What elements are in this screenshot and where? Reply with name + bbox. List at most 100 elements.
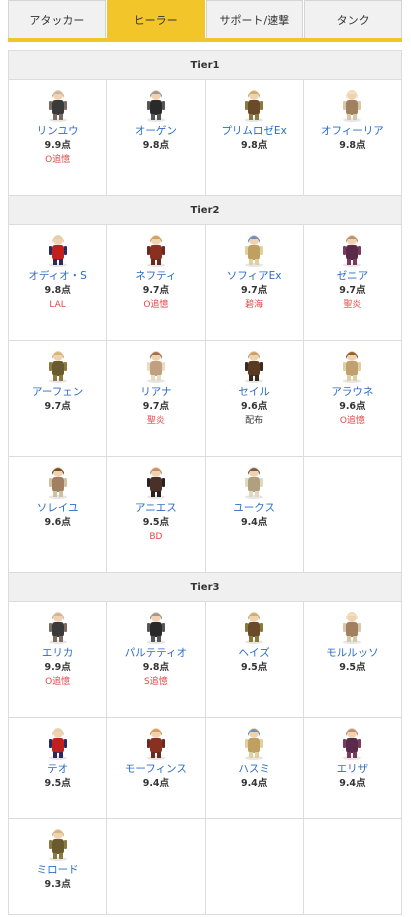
- character-cell[interactable]: ソレイユ 9.6点: [7, 456, 108, 573]
- character-cell[interactable]: モルルッソ 9.5点: [302, 601, 403, 718]
- character-name-link[interactable]: ゼニア: [337, 269, 369, 283]
- character-sprite-icon: [245, 351, 264, 383]
- character-name-link[interactable]: オーゲン: [135, 124, 177, 138]
- character-sprite-icon: [48, 467, 67, 499]
- character-sprite-icon: [146, 235, 165, 267]
- character-score: 9.6点: [240, 401, 268, 412]
- character-name-link[interactable]: オフィーリア: [321, 124, 384, 138]
- character-cell[interactable]: アーフェン 9.7点: [7, 340, 108, 457]
- character-cell[interactable]: ハスミ 9.4点: [204, 717, 304, 819]
- character-name-link[interactable]: プリムロゼEx: [221, 124, 286, 138]
- character-sprite-icon: [146, 728, 165, 760]
- character-cell[interactable]: ネフティ 9.7点 O追憶: [106, 224, 206, 341]
- character-score: 9.8点: [142, 662, 170, 673]
- character-sprite-icon: [343, 612, 362, 644]
- character-score: 9.7点: [142, 285, 170, 296]
- character-name-link[interactable]: オディオ・S: [28, 269, 86, 283]
- character-cell[interactable]: パルテティオ 9.8点 S追憶: [106, 601, 206, 718]
- character-source-tag: 碧海: [245, 300, 264, 310]
- tier-row: ミロード 9.3点: [7, 818, 403, 915]
- character-cell[interactable]: エリカ 9.9点 O追憶: [7, 601, 108, 718]
- character-cell[interactable]: オフィーリア 9.8点: [302, 79, 403, 196]
- character-cell[interactable]: ヘイズ 9.5点: [204, 601, 304, 718]
- character-cell[interactable]: リンユウ 9.9点 O追憶: [7, 79, 108, 196]
- character-name-link[interactable]: エリカ: [42, 646, 74, 660]
- character-sprite-icon: [343, 351, 362, 383]
- character-cell[interactable]: ユークス 9.4点: [204, 456, 304, 573]
- character-source-tag: 聖炎: [146, 416, 165, 426]
- empty-cell: [302, 818, 403, 915]
- character-sprite-icon: [245, 467, 264, 499]
- character-source-tag: O追憶: [339, 416, 365, 426]
- tab-tank[interactable]: タンク: [304, 0, 402, 38]
- character-cell[interactable]: オーゲン 9.8点: [106, 79, 206, 196]
- character-score: 9.5点: [240, 662, 268, 673]
- character-score: 9.7点: [142, 401, 170, 412]
- tier-row: アーフェン 9.7点 リアナ 9.7点 聖炎 セイル 9.6点 配布 アラウネ 9.6点 O追憶: [7, 340, 403, 457]
- character-name-link[interactable]: ハスミ: [238, 762, 270, 776]
- character-name-link[interactable]: パルテティオ: [125, 646, 187, 660]
- character-name-link[interactable]: リアナ: [140, 385, 171, 399]
- character-cell[interactable]: エリザ 9.4点: [302, 717, 403, 819]
- tier-heading: Tier2: [8, 195, 402, 225]
- character-source-tag: BD: [149, 532, 163, 542]
- character-name-link[interactable]: モーフィンス: [125, 762, 187, 776]
- character-source-tag: O追憶: [143, 300, 169, 310]
- character-name-link[interactable]: エリザ: [337, 762, 369, 776]
- character-score: 9.8点: [44, 285, 71, 296]
- character-cell[interactable]: アニエス 9.5点 BD: [106, 456, 206, 573]
- character-sprite-icon: [245, 235, 264, 267]
- character-sprite-icon: [48, 90, 67, 122]
- character-sprite-icon: [146, 612, 165, 644]
- tab-support[interactable]: サポート/速撃: [205, 0, 304, 38]
- character-cell[interactable]: リアナ 9.7点聖炎: [106, 340, 206, 457]
- character-name-link[interactable]: ヘイズ: [239, 646, 270, 660]
- character-cell[interactable]: テオ 9.5点: [7, 717, 108, 819]
- character-cell[interactable]: ソフィアEx 9.7点碧海: [204, 224, 304, 341]
- character-name-link[interactable]: アラウネ: [331, 385, 373, 399]
- character-name-link[interactable]: ミロード: [37, 863, 79, 877]
- character-source-tag: O追憶: [45, 155, 71, 165]
- character-sprite-icon: [245, 612, 264, 644]
- character-name-link[interactable]: モルルッソ: [326, 646, 379, 660]
- character-cell[interactable]: ミロード 9.3点: [7, 818, 108, 915]
- character-name-link[interactable]: ソレイユ: [37, 501, 79, 515]
- character-score: 9.5点: [339, 662, 366, 673]
- character-score: 9.7点: [240, 285, 268, 296]
- character-name-link[interactable]: セイル: [238, 385, 270, 399]
- character-sprite-icon: [343, 728, 362, 760]
- character-score: 9.9点: [44, 662, 71, 673]
- character-cell[interactable]: アラウネ 9.6点 O追憶: [302, 340, 403, 457]
- character-score: 9.8点: [240, 140, 268, 151]
- tab-healer[interactable]: ヒーラー: [106, 0, 205, 38]
- character-score: 9.4点: [339, 778, 366, 789]
- character-name-link[interactable]: アーフェン: [32, 385, 83, 399]
- character-cell[interactable]: ゼニア 9.7点 聖炎: [302, 224, 403, 341]
- character-cell[interactable]: プリムロゼEx 9.8点: [204, 79, 304, 196]
- character-sprite-icon: [146, 467, 165, 499]
- character-score: 9.8点: [142, 140, 170, 151]
- character-score: 9.4点: [240, 778, 268, 789]
- character-name-link[interactable]: ネフティ: [135, 269, 176, 283]
- character-cell[interactable]: セイル 9.6点配布: [204, 340, 304, 457]
- character-name-link[interactable]: リンユウ: [37, 124, 79, 138]
- character-score: 9.6点: [44, 517, 71, 528]
- role-tabs: アタッカー ヒーラー サポート/速撃 タンク: [8, 0, 402, 42]
- character-score: 9.5点: [142, 517, 170, 528]
- tier-row: リンユウ 9.9点 O追憶 オーゲン 9.8点 プリムロゼEx 9.8点 オフィーリア 9.8点: [7, 79, 403, 196]
- character-name-link[interactable]: ソフィアEx: [227, 269, 282, 283]
- tab-attacker[interactable]: アタッカー: [8, 0, 106, 38]
- empty-cell: [302, 456, 403, 573]
- character-source-tag: 配布: [245, 416, 264, 426]
- empty-cell: [204, 818, 304, 915]
- character-sprite-icon: [48, 829, 67, 861]
- character-sprite-icon: [343, 90, 362, 122]
- tier-row: オディオ・S 9.8点 LAL ネフティ 9.7点 O追憶 ソフィアEx 9.7点 碧海 ゼニア 9…: [7, 224, 403, 341]
- character-name-link[interactable]: ユークス: [233, 501, 275, 515]
- tier-row: エリカ 9.9点 O追憶 パルテティオ 9.8点 S追憶 ヘイズ 9.5点 モルルッソ 9.5点: [7, 601, 403, 718]
- character-cell[interactable]: オディオ・S 9.8点 LAL: [7, 224, 108, 341]
- character-score: 9.5点: [44, 778, 71, 789]
- character-name-link[interactable]: アニエス: [135, 501, 177, 515]
- character-cell[interactable]: モーフィンス 9.4点: [106, 717, 206, 819]
- character-name-link[interactable]: テオ: [47, 762, 68, 776]
